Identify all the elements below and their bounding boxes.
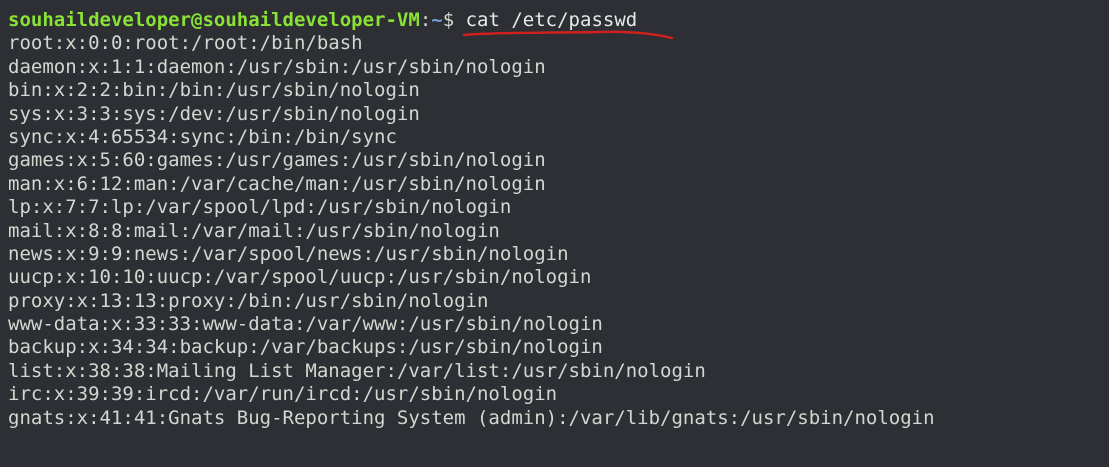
prompt-path: ~ <box>431 9 443 31</box>
output-line: proxy:x:13:13:proxy:/bin:/usr/sbin/nolog… <box>8 289 489 312</box>
output-line: irc:x:39:39:ircd:/var/run/ircd:/usr/sbin… <box>8 383 558 406</box>
output-line: sync:x:4:65534:sync:/bin:/bin/sync <box>8 125 397 148</box>
output-line: list:x:38:38:Mailing List Manager:/var/l… <box>8 359 706 382</box>
output-line: man:x:6:12:man:/var/cache/man:/usr/sbin/… <box>8 172 546 195</box>
prompt-colon: : <box>419 9 432 31</box>
output-line: www-data:x:33:33:www-data:/var/www:/usr/… <box>8 313 603 336</box>
prompt-user-host: souhaildeveloper@souhaildeveloper-VM <box>8 9 420 31</box>
output-line: mail:x:8:8:mail:/var/mail:/usr/sbin/nolo… <box>8 219 500 242</box>
output-line: daemon:x:1:1:daemon:/usr/sbin:/usr/sbin/… <box>8 55 546 78</box>
output-line: news:x:9:9:news:/var/spool/news:/usr/sbi… <box>8 242 569 265</box>
command-wrapper: cat /etc/passwd <box>462 9 673 40</box>
terminal-window[interactable]: souhaildeveloper@souhaildeveloper-VM:~$ … <box>0 0 1109 467</box>
output-line: lp:x:7:7:lp:/var/spool/lpd:/usr/sbin/nol… <box>8 196 512 219</box>
output-line: sys:x:3:3:sys:/dev:/usr/sbin/nologin <box>8 102 420 125</box>
prompt-line: souhaildeveloper@souhaildeveloper-VM:~$ … <box>8 9 1109 40</box>
output-line: backup:x:34:34:backup:/var/backups:/usr/… <box>8 336 603 359</box>
output-line: games:x:5:60:games:/usr/games:/usr/sbin/… <box>8 149 546 172</box>
output-line: uucp:x:10:10:uucp:/var/spool/uucp:/usr/s… <box>8 266 592 289</box>
command-output: root:x:0:0:root:/root:/bin/bash daemon:x:… <box>8 32 1109 430</box>
command-text: cat /etc/passwd <box>465 9 638 31</box>
output-line: gnats:x:41:41:Gnats Bug-Reporting System… <box>8 406 935 429</box>
output-line: bin:x:2:2:bin:/bin:/usr/sbin/nologin <box>8 79 420 102</box>
output-line: root:x:0:0:root:/root:/bin/bash <box>8 32 363 55</box>
prompt-dollar: $ <box>442 9 466 31</box>
